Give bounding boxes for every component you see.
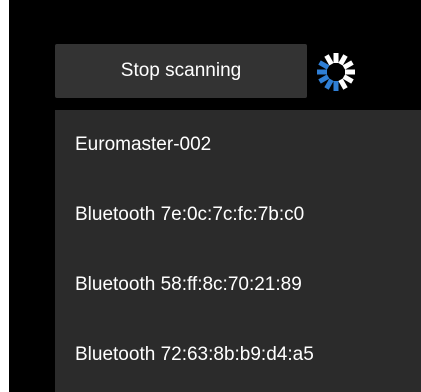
spinner-spoke	[318, 60, 330, 70]
device-item-euromaster[interactable]: Euromaster-002	[55, 110, 421, 180]
spinner-spoke	[342, 74, 354, 84]
spinner-icon	[317, 53, 355, 91]
device-item-bluetooth-3[interactable]: Bluetooth 72:63:8b:b9:d4:a5	[55, 320, 421, 390]
spinner-spoke	[318, 74, 330, 84]
window-edge	[0, 0, 9, 392]
spinner-spoke	[324, 54, 334, 66]
device-item-bluetooth-1[interactable]: Bluetooth 7e:0c:7c:fc:7b:c0	[55, 180, 421, 250]
spinner-spoke	[342, 60, 354, 70]
device-list: Euromaster-002 Bluetooth 7e:0c:7c:fc:7b:…	[55, 110, 421, 392]
device-item-bluetooth-2[interactable]: Bluetooth 58:ff:8c:70:21:89	[55, 250, 421, 320]
stop-scanning-button[interactable]: Stop scanning	[55, 44, 307, 98]
spinner-spoke	[338, 54, 348, 66]
spinner-spoke	[324, 78, 334, 90]
spinner-spoke	[338, 78, 348, 90]
